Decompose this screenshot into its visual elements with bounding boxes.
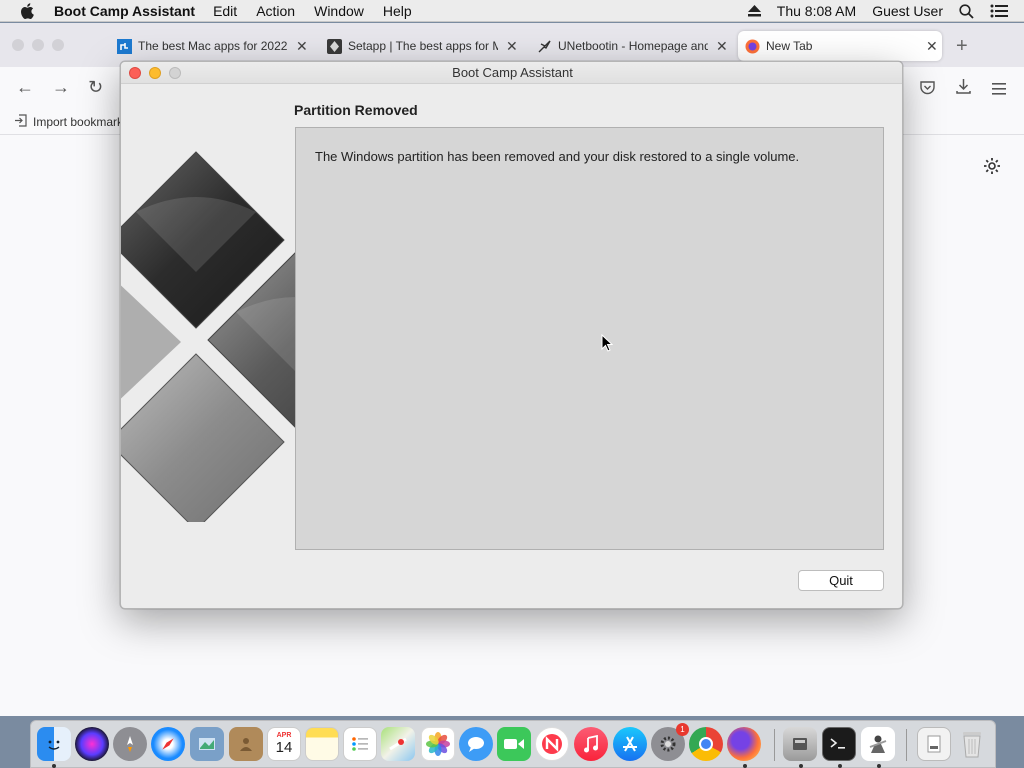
pocket-icon[interactable]: [920, 79, 935, 100]
quit-button[interactable]: Quit: [798, 570, 884, 591]
dialog-zoom-button[interactable]: [169, 67, 181, 79]
safari-icon[interactable]: [151, 727, 185, 761]
reminders-icon[interactable]: [343, 727, 377, 761]
menu-edit[interactable]: Edit: [213, 3, 237, 19]
tab-unetbootin[interactable]: UNetbootin - Homepage and ✕: [530, 31, 735, 61]
import-bookmarks-label: Import bookmark: [33, 115, 124, 129]
dialog-title: Boot Camp Assistant: [452, 65, 573, 80]
dialog-minimize-button[interactable]: [149, 67, 161, 79]
new-tab-button[interactable]: +: [956, 35, 968, 58]
import-bookmarks-link[interactable]: Import bookmark: [14, 114, 123, 130]
reload-icon[interactable]: ↻: [88, 77, 103, 98]
menubar-clock[interactable]: Thu 8:08 AM: [777, 3, 856, 19]
boot-camp-running-indicator: [799, 764, 803, 768]
notification-badge: 1: [676, 723, 689, 736]
downloads-icon[interactable]: [956, 78, 971, 99]
menu-bar: Boot Camp Assistant Edit Action Window H…: [0, 0, 1024, 22]
maps-icon[interactable]: [381, 727, 415, 761]
photos-icon[interactable]: [421, 727, 455, 761]
notes-icon[interactable]: [305, 727, 339, 761]
menu-action[interactable]: Action: [256, 3, 295, 19]
tab-label: UNetbootin - Homepage and: [558, 39, 708, 53]
dialog-heading: Partition Removed: [294, 102, 418, 118]
dialog-message: The Windows partition has been removed a…: [315, 149, 800, 164]
tab-close-icon[interactable]: ✕: [296, 38, 308, 55]
dialog-titlebar[interactable]: Boot Camp Assistant: [121, 62, 902, 84]
finder-running-indicator: [52, 764, 56, 768]
tab-label: The best Mac apps for 2022: [138, 39, 288, 53]
trash-icon[interactable]: [955, 727, 989, 761]
browser-minimize-button[interactable]: [32, 39, 44, 51]
menu-window[interactable]: Window: [314, 3, 364, 19]
import-icon: [14, 114, 27, 130]
terminal-running-indicator: [838, 764, 842, 768]
control-center-icon[interactable]: [990, 4, 1008, 18]
tab-best-mac-apps[interactable]: The best Mac apps for 2022 ✕: [110, 31, 320, 61]
system-preferences-icon[interactable]: 1: [651, 723, 689, 761]
menubar-user[interactable]: Guest User: [872, 3, 943, 19]
downloads-stack-icon[interactable]: [917, 727, 951, 761]
news-icon[interactable]: [535, 727, 569, 761]
finder-icon[interactable]: [37, 727, 71, 761]
app-store-icon[interactable]: [613, 727, 647, 761]
contacts-icon[interactable]: [229, 727, 263, 761]
migration-assistant-running-indicator: [877, 764, 881, 768]
forward-arrow-icon[interactable]: →: [52, 77, 70, 98]
boot-camp-assistant-dialog: Boot Camp Assistant Partition Removed Th…: [120, 61, 903, 609]
firefox-icon[interactable]: [727, 727, 761, 761]
firefox-running-indicator: [743, 764, 747, 768]
newtab-settings-gear-icon[interactable]: [983, 157, 1001, 180]
macpaw-favicon-icon: [116, 38, 132, 54]
messages-icon[interactable]: [459, 727, 493, 761]
dock-separator: [774, 729, 775, 761]
tab-new-tab[interactable]: New Tab ✕: [738, 31, 942, 61]
tab-close-icon[interactable]: ✕: [506, 38, 518, 55]
tab-close-icon[interactable]: ✕: [716, 38, 728, 55]
facetime-icon[interactable]: [497, 727, 531, 761]
browser-zoom-button[interactable]: [52, 39, 64, 51]
dock: APR 14 1: [30, 720, 996, 768]
hamburger-menu-icon[interactable]: [992, 79, 1006, 100]
launchpad-icon[interactable]: [113, 727, 147, 761]
mouse-cursor-icon: [601, 333, 614, 357]
dock-separator: [906, 729, 907, 761]
browser-window-controls[interactable]: [12, 39, 64, 51]
tab-setapp[interactable]: Setapp | The best apps for M ✕: [320, 31, 525, 61]
migration-assistant-icon[interactable]: [861, 727, 895, 761]
back-arrow-icon[interactable]: ←: [16, 77, 34, 98]
apple-menu-icon[interactable]: [0, 2, 54, 19]
boot-camp-assistant-icon[interactable]: [783, 727, 817, 761]
unetbootin-favicon-icon: [536, 38, 552, 54]
chrome-icon[interactable]: [689, 727, 723, 761]
menu-help[interactable]: Help: [383, 3, 412, 19]
calendar-icon[interactable]: APR 14: [267, 727, 301, 761]
calendar-day: 14: [275, 739, 293, 756]
eject-icon[interactable]: [747, 5, 761, 17]
menu-app-name[interactable]: Boot Camp Assistant: [54, 3, 195, 19]
dialog-close-button[interactable]: [129, 67, 141, 79]
tab-label: Setapp | The best apps for M: [348, 39, 498, 53]
siri-icon[interactable]: [75, 727, 109, 761]
dialog-window-controls: [129, 67, 181, 79]
terminal-icon[interactable]: [822, 727, 856, 761]
music-icon[interactable]: [574, 727, 608, 761]
tab-close-icon[interactable]: ✕: [926, 38, 938, 55]
browser-close-button[interactable]: [12, 39, 24, 51]
message-panel: The Windows partition has been removed a…: [295, 127, 884, 550]
firefox-favicon-icon: [744, 38, 760, 54]
setapp-favicon-icon: [326, 38, 342, 54]
tab-label: New Tab: [766, 39, 813, 53]
spotlight-search-icon[interactable]: [959, 3, 974, 19]
preview-icon[interactable]: [190, 727, 224, 761]
